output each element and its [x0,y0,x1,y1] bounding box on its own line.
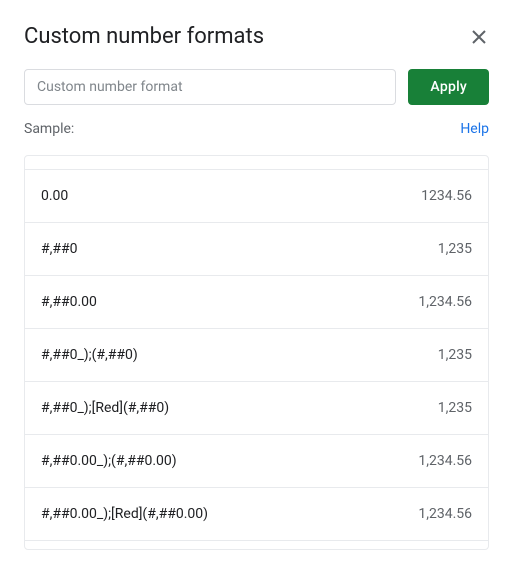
formats-list-container: 0.001234.56#,##01,235#,##0.001,234.56#,#… [24,155,489,550]
format-sample: 1,235 [438,347,472,363]
dialog-title: Custom number formats [24,24,264,49]
format-list-item[interactable]: 0.00 1234.56 [25,170,488,223]
custom-format-input[interactable] [24,69,396,105]
help-link[interactable]: Help [460,121,489,137]
sample-label: Sample: [24,121,74,137]
format-pattern: #,##0.00_);(#,##0.00) [41,453,177,469]
format-sample: 1,234.56 [418,294,472,310]
format-pattern: #,##0.00 [41,294,97,310]
format-sample: 1,235 [438,400,472,416]
format-list-item[interactable]: #,##0_);[Red](#,##0) 1,235 [25,382,488,435]
format-list-item[interactable]: #,##0_);(#,##0) 1,235 [25,329,488,382]
format-pattern: 0.00 [41,188,68,204]
input-row: Apply [24,69,489,105]
sample-row: Sample: Help [24,121,489,137]
apply-button[interactable]: Apply [408,69,489,105]
list-spacer [25,156,488,170]
format-sample: 1,234.56 [418,506,472,522]
format-pattern: #,##0.00_);[Red](#,##0.00) [41,506,208,522]
format-list-item[interactable]: #,##0.00_);[Red](#,##0.00) 1,234.56 [25,488,488,541]
format-sample: 1,234.56 [418,453,472,469]
format-pattern: #,##0_);(#,##0) [41,347,138,363]
close-icon[interactable] [469,27,489,47]
format-pattern: #,##0 [41,241,77,257]
format-pattern: #,##0_);[Red](#,##0) [41,400,169,416]
format-sample: 1,235 [438,241,472,257]
formats-list[interactable]: 0.001234.56#,##01,235#,##0.001,234.56#,#… [25,156,488,549]
format-sample: 1234.56 [421,188,472,204]
format-list-item[interactable]: #,##0.00_);(#,##0.00) 1,234.56 [25,435,488,488]
dialog-header: Custom number formats [24,24,489,49]
format-list-item[interactable]: #,##0 1,235 [25,223,488,276]
custom-number-formats-dialog: Custom number formats Apply Sample: Help… [0,0,513,574]
format-list-item[interactable]: $#,##0_);($#,##0)$1,235 [25,541,488,549]
format-list-item[interactable]: #,##0.00 1,234.56 [25,276,488,329]
